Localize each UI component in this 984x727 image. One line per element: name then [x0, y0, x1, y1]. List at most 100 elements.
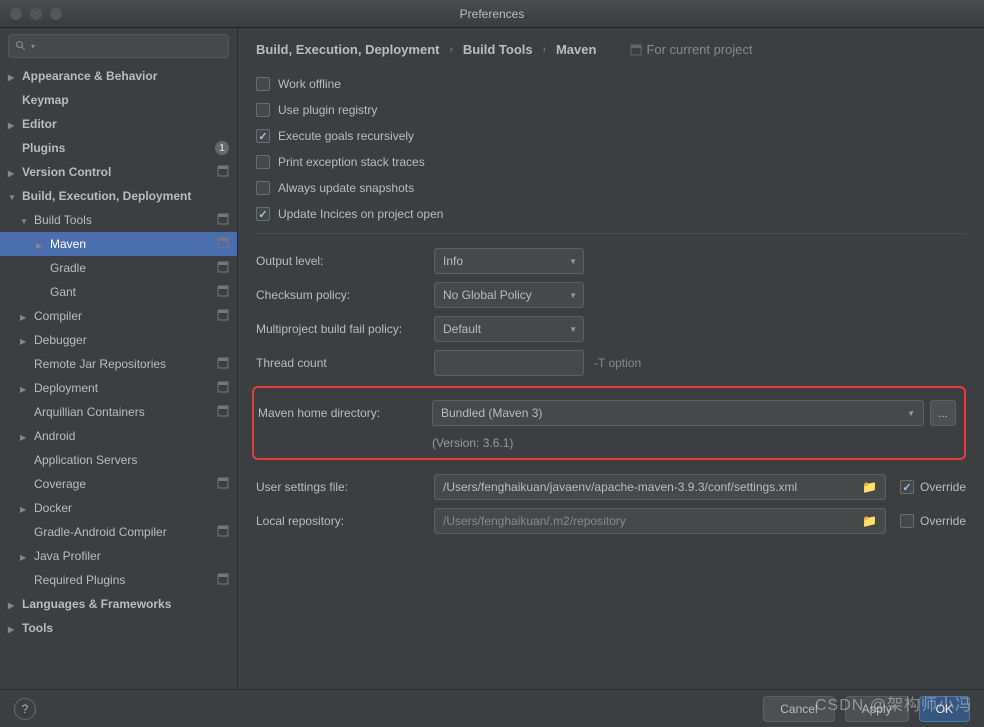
tree-arrow-icon [36, 237, 46, 251]
tree-label: Plugins [22, 141, 65, 155]
sidebar-item-editor[interactable]: Editor [0, 112, 237, 136]
project-scope-icon [217, 357, 229, 372]
settings-tree: Appearance & BehaviorKeymapEditorPlugins… [0, 64, 237, 688]
chevron-right-icon: › [543, 44, 546, 55]
thread-hint: -T option [594, 356, 641, 370]
tree-arrow-icon [20, 213, 30, 227]
sidebar-item-application-servers[interactable]: Application Servers [0, 448, 237, 472]
tree-label: Maven [50, 237, 86, 251]
thread-count-input[interactable] [434, 350, 584, 376]
sidebar-item-plugins[interactable]: Plugins1 [0, 136, 237, 160]
checksum-label: Checksum policy: [256, 288, 434, 302]
close-dot[interactable] [10, 8, 22, 20]
sidebar-item-tools[interactable]: Tools [0, 616, 237, 640]
sidebar-item-appearance-behavior[interactable]: Appearance & Behavior [0, 64, 237, 88]
content-panel: Build, Execution, Deployment › Build Too… [238, 28, 984, 688]
sidebar-item-version-control[interactable]: Version Control [0, 160, 237, 184]
sidebar-item-coverage[interactable]: Coverage [0, 472, 237, 496]
tree-label: Arquillian Containers [34, 405, 145, 419]
project-scope-icon [217, 525, 229, 540]
tree-label: Remote Jar Repositories [34, 357, 166, 371]
update-snapshots-row[interactable]: Always update snapshots [256, 175, 966, 201]
project-scope-icon [217, 261, 229, 276]
sidebar-item-maven[interactable]: Maven [0, 232, 237, 256]
project-scope-icon [217, 285, 229, 300]
plugin-registry-row[interactable]: Use plugin registry [256, 97, 966, 123]
project-scope-icon [217, 165, 229, 180]
print-stack-row[interactable]: Print exception stack traces [256, 149, 966, 175]
checkbox[interactable] [256, 103, 270, 117]
folder-icon[interactable]: 📁 [862, 480, 877, 494]
zoom-dot[interactable] [50, 8, 62, 20]
sidebar-item-languages-frameworks[interactable]: Languages & Frameworks [0, 592, 237, 616]
tree-label: Coverage [34, 477, 86, 491]
sidebar-item-arquillian-containers[interactable]: Arquillian Containers [0, 400, 237, 424]
project-scope-icon [217, 405, 229, 420]
apply-button[interactable]: Apply [845, 696, 909, 722]
sidebar-item-gradle[interactable]: Gradle [0, 256, 237, 280]
folder-icon[interactable]: 📁 [862, 514, 877, 528]
checkbox[interactable] [256, 155, 270, 169]
tree-label: Application Servers [34, 453, 137, 467]
override-checkbox[interactable] [900, 514, 914, 528]
search-dropdown-icon: ▾ [31, 42, 35, 51]
title-bar: Preferences [0, 0, 984, 28]
crumb-2: Maven [556, 42, 596, 57]
sidebar-item-deployment[interactable]: Deployment [0, 376, 237, 400]
footer: ? Cancel Apply OK [0, 689, 984, 727]
sidebar-item-remote-jar-repositories[interactable]: Remote Jar Repositories [0, 352, 237, 376]
project-scope-icon [217, 477, 229, 492]
maven-home-select[interactable]: Bundled (Maven 3) [432, 400, 924, 426]
sidebar-item-keymap[interactable]: Keymap [0, 88, 237, 112]
separator [256, 233, 966, 234]
crumb-1[interactable]: Build Tools [463, 42, 533, 57]
checkbox[interactable] [256, 207, 270, 221]
checkbox[interactable] [256, 129, 270, 143]
sidebar-item-android[interactable]: Android [0, 424, 237, 448]
sidebar-item-build-execution-deployment[interactable]: Build, Execution, Deployment [0, 184, 237, 208]
sidebar-item-compiler[interactable]: Compiler [0, 304, 237, 328]
tree-arrow-icon [8, 117, 18, 131]
sidebar-item-debugger[interactable]: Debugger [0, 328, 237, 352]
project-scope-icon [217, 573, 229, 588]
override-checkbox[interactable] [900, 480, 914, 494]
minimize-dot[interactable] [30, 8, 42, 20]
update-indices-row[interactable]: Update Incices on project open [256, 201, 966, 227]
tree-arrow-icon [20, 333, 30, 347]
override-label: Override [920, 480, 966, 494]
sidebar-item-gant[interactable]: Gant [0, 280, 237, 304]
exec-recursive-row[interactable]: Execute goals recursively [256, 123, 966, 149]
sidebar-item-gradle-android-compiler[interactable]: Gradle-Android Compiler [0, 520, 237, 544]
crumb-0[interactable]: Build, Execution, Deployment [256, 42, 439, 57]
output-level-select[interactable]: Info [434, 248, 584, 274]
project-scope-icon [217, 309, 229, 324]
breadcrumb: Build, Execution, Deployment › Build Too… [256, 42, 966, 57]
fail-policy-select[interactable]: Default [434, 316, 584, 342]
tree-arrow-icon [8, 189, 18, 203]
tree-label: Build Tools [34, 213, 92, 227]
sidebar-item-java-profiler[interactable]: Java Profiler [0, 544, 237, 568]
checkbox[interactable] [256, 77, 270, 91]
ok-button[interactable]: OK [919, 696, 970, 722]
chevron-right-icon: › [449, 44, 452, 55]
tree-label: Deployment [34, 381, 98, 395]
search-input[interactable]: ▾ [8, 34, 229, 58]
tree-arrow-icon [8, 69, 18, 83]
sidebar-item-docker[interactable]: Docker [0, 496, 237, 520]
local-repo-input[interactable]: /Users/fenghaikuan/.m2/repository📁 [434, 508, 886, 534]
project-scope-icon [217, 213, 229, 228]
browse-button[interactable]: ... [930, 400, 956, 426]
tree-label: Gant [50, 285, 76, 299]
help-button[interactable]: ? [14, 698, 36, 720]
checkbox[interactable] [256, 181, 270, 195]
sidebar-item-build-tools[interactable]: Build Tools [0, 208, 237, 232]
tree-arrow-icon [20, 381, 30, 395]
tree-label: Android [34, 429, 75, 443]
cancel-button[interactable]: Cancel [763, 696, 834, 722]
work-offline-row[interactable]: Work offline [256, 71, 966, 97]
tree-arrow-icon [8, 597, 18, 611]
for-current-project: For current project [626, 42, 752, 57]
checksum-select[interactable]: No Global Policy [434, 282, 584, 308]
user-settings-input[interactable]: /Users/fenghaikuan/javaenv/apache-maven-… [434, 474, 886, 500]
sidebar-item-required-plugins[interactable]: Required Plugins [0, 568, 237, 592]
